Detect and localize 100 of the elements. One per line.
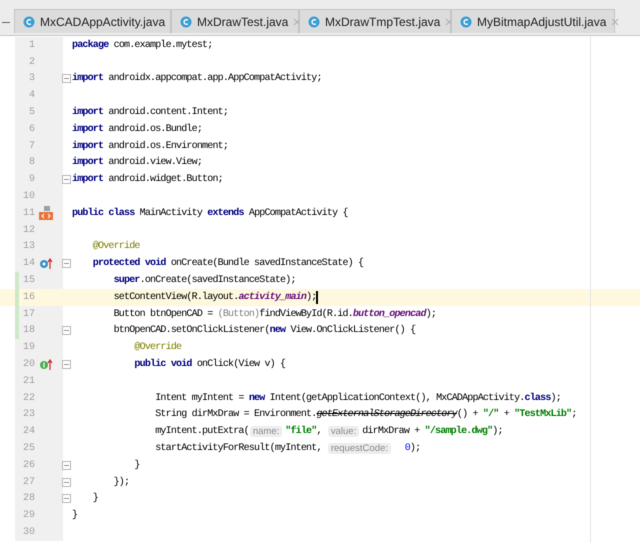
line-number: 1 (28, 40, 35, 51)
code-text: () + (456, 409, 479, 420)
keyword: new (270, 325, 286, 336)
java-class-icon (180, 16, 192, 28)
code-text: onClick(View v) { (196, 359, 286, 370)
code-text: myIntent.putExtra( (154, 426, 249, 438)
parameter-hint: name: (250, 426, 282, 438)
fold-icon[interactable] (62, 259, 71, 268)
code-text: ); (426, 308, 436, 320)
code-text: } (133, 460, 140, 471)
line-number: 2 (28, 56, 35, 68)
code-text: android.view.View; (107, 157, 202, 168)
code-text: MainActivity (138, 208, 204, 219)
code-text: dirMxDraw + (362, 426, 421, 438)
deprecated-method: getExternalStorageDirectory (316, 409, 457, 420)
line-number: 14 (22, 258, 35, 270)
line-number: 23 (22, 409, 35, 420)
keyword: public void (133, 359, 192, 370)
tab-label: MxDrawTmpTest.java (325, 14, 440, 28)
string-literal: "TestMxLib" (514, 409, 572, 420)
line-number: 27 (22, 476, 35, 488)
code-text: Intent(getApplicationContext(), MxCADAppActivity. (268, 392, 525, 404)
close-icon[interactable] (445, 18, 454, 26)
fold-icon[interactable] (62, 326, 71, 336)
keyword: extends (207, 208, 244, 219)
code-text: + (502, 409, 510, 420)
code-text: android.widget.Button; (107, 174, 223, 186)
code-text: androidx.appcompat.app.AppCompatActivity; (107, 73, 322, 84)
line-number: 22 (22, 392, 35, 404)
line-number: 16 (22, 292, 35, 303)
fold-icon[interactable] (62, 478, 71, 487)
fold-icon[interactable] (62, 460, 71, 470)
code-text: } (72, 510, 78, 522)
code-text: }); (112, 476, 130, 488)
code-text: Button btnOpenCAD = (112, 308, 214, 320)
android-class-icon (38, 206, 54, 220)
line-number: 7 (28, 140, 35, 152)
close-icon[interactable] (611, 18, 620, 26)
code-text: ); (550, 392, 561, 404)
line-number: 30 (22, 527, 35, 538)
redundant-cast: (Button) (218, 308, 260, 320)
code-text: android.os.Bundle; (107, 124, 202, 135)
fold-icon[interactable] (62, 175, 71, 184)
line-number: 5 (28, 107, 35, 118)
code-text: onCreate(Bundle savedInstanceState) { (170, 258, 364, 270)
close-icon[interactable] (293, 18, 302, 26)
code-text: View.OnClickListener() { (289, 325, 416, 336)
code-text: ; (571, 409, 577, 420)
code-text: android.os.Environment; (107, 140, 228, 152)
code-text: String dirMxDraw = Environment. (154, 409, 316, 420)
override-icon[interactable] (39, 258, 53, 270)
fold-icon[interactable] (62, 74, 71, 84)
code-text: btnOpenCAD.setOnClickListener( (112, 325, 270, 336)
line-number: 21 (22, 376, 35, 387)
line-number: 4 (28, 90, 35, 102)
annotation: @Override (133, 342, 182, 354)
keyword: import (72, 107, 104, 118)
fold-icon[interactable] (62, 360, 71, 370)
code-text: com.example.mytest; (112, 40, 212, 51)
file-tab[interactable]: MxDrawTest.java (171, 9, 299, 33)
line-number: 26 (22, 460, 35, 471)
keyword: public class (72, 208, 134, 219)
line-number: 12 (22, 224, 35, 236)
keyword: import (72, 157, 104, 168)
tab-label: MyBitmapAdjustUtil.java (477, 14, 606, 28)
keyword: import (72, 140, 104, 152)
keyword: super (112, 275, 140, 286)
java-class-icon (460, 16, 472, 28)
java-class-icon (23, 16, 35, 28)
code-text: ); (410, 443, 420, 454)
keyword: import (72, 124, 104, 135)
line-number: 3 (28, 73, 35, 84)
java-class-icon (308, 16, 320, 28)
line-number: 18 (22, 325, 35, 336)
field-reference: activity_main (238, 292, 306, 303)
line-number: 6 (28, 124, 35, 135)
code-text: startActivityForResult(myIntent, (154, 443, 323, 454)
fold-icon[interactable] (62, 494, 71, 504)
code-text: } (92, 493, 98, 504)
number-literal: 0 (404, 443, 410, 454)
line-number: 10 (22, 191, 35, 202)
line-number: 19 (22, 342, 35, 354)
code-text: findViewById(R.id. (259, 308, 353, 320)
implement-icon[interactable] (39, 358, 53, 371)
keyword: protected void (92, 258, 166, 270)
parameter-hint: requestCode: (328, 443, 391, 454)
parameter-hint: value: (328, 426, 360, 438)
file-tab[interactable]: MxCADAppActivity.java (14, 9, 171, 33)
code-text: ); (492, 426, 503, 438)
tab-label: MxCADAppActivity.java (40, 14, 166, 28)
tab-label: MxDrawTest.java (197, 14, 288, 28)
line-number: 25 (22, 443, 35, 454)
keyword: class (524, 392, 551, 404)
code-text: setContentView(R.layout. (112, 292, 238, 303)
file-tab[interactable]: MxDrawTmpTest.java (299, 9, 451, 33)
line-number: 20 (22, 359, 35, 370)
line-number: 28 (22, 493, 35, 504)
annotation: @Override (92, 241, 140, 252)
keyword: new (248, 392, 264, 404)
line-number: 17 (22, 308, 35, 320)
